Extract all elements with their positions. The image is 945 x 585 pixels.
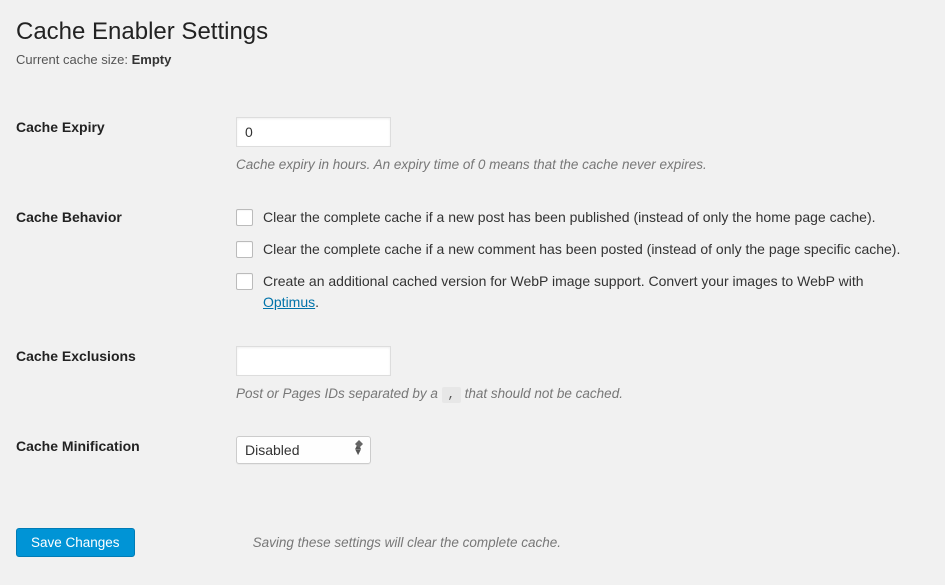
minification-select-wrap: Disabled ▲▼	[236, 436, 371, 464]
cache-behavior-label: Cache Behavior	[16, 191, 236, 330]
cache-minification-select[interactable]: Disabled	[236, 436, 371, 464]
exclusions-separator-chip: ,	[442, 387, 461, 403]
webp-text-prefix: Create an additional cached version for …	[263, 273, 864, 289]
cache-exclusions-label: Cache Exclusions	[16, 330, 236, 420]
webp-text-suffix: .	[315, 294, 319, 310]
cache-size-label: Current cache size:	[16, 52, 132, 67]
webp-support-text: Create an additional cached version for …	[263, 271, 919, 314]
clear-on-comment-checkbox[interactable]	[236, 241, 253, 258]
clear-on-comment-text: Clear the complete cache if a new commen…	[263, 239, 900, 261]
clear-on-post-text: Clear the complete cache if a new post h…	[263, 207, 876, 229]
cache-minification-label: Cache Minification	[16, 420, 236, 480]
optimus-link[interactable]: Optimus	[263, 294, 315, 310]
cache-size-status: Current cache size: Empty	[16, 52, 929, 67]
cache-expiry-description: Cache expiry in hours. An expiry time of…	[236, 155, 919, 175]
webp-support-checkbox[interactable]	[236, 273, 253, 290]
clear-on-post-checkbox[interactable]	[236, 209, 253, 226]
page-title: Cache Enabler Settings	[16, 18, 929, 46]
settings-table: Cache Expiry Cache expiry in hours. An e…	[16, 101, 929, 480]
cache-expiry-input[interactable]	[236, 117, 391, 147]
exclusions-desc-suffix: that should not be cached.	[461, 386, 623, 401]
cache-size-value: Empty	[132, 52, 172, 67]
cache-exclusions-input[interactable]	[236, 346, 391, 376]
cache-expiry-label: Cache Expiry	[16, 101, 236, 191]
cache-exclusions-description: Post or Pages IDs separated by a , that …	[236, 384, 919, 404]
exclusions-desc-prefix: Post or Pages IDs separated by a	[236, 386, 442, 401]
